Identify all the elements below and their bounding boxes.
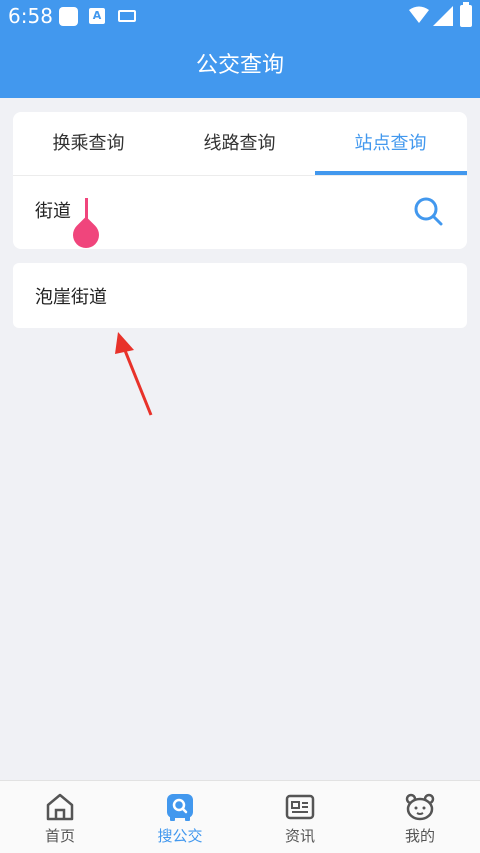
app-header: 公交查询 [0,34,480,98]
tab-route-query[interactable]: 线路查询 [164,112,315,176]
nav-news-label: 资讯 [284,827,315,845]
battery-icon [460,2,472,27]
station-result-item[interactable]: 泡崖街道 [13,263,467,328]
annotation-arrow [115,332,153,416]
status-time: 6:58 [8,4,53,28]
input-method-icon: A [89,8,105,24]
bear-face-icon [405,793,435,821]
tab-transfer-query[interactable]: 换乘查询 [13,112,164,176]
query-tabs: 换乘查询 线路查询 站点查询 [13,112,467,176]
search-row [13,176,467,254]
nav-news[interactable]: 资讯 [240,781,360,853]
status-bar: 6:58 A [0,0,480,34]
bus-search-icon [167,794,193,821]
wifi-icon [409,6,429,23]
active-tab-indicator [315,171,467,175]
keyboard-icon [118,10,136,22]
station-result-label: 泡崖街道 [35,287,107,308]
tab-station-query[interactable]: 站点查询 [315,112,466,176]
nav-mine-label: 我的 [404,827,435,845]
nav-mine[interactable]: 我的 [360,781,480,853]
nav-bus-search[interactable]: 搜公交 [120,781,240,853]
news-icon [285,794,315,820]
notification-app-icon [59,7,78,26]
bottom-navigation: 首页 搜公交 资讯 我的 [0,780,480,853]
search-card: 换乘查询 线路查询 站点查询 [13,112,467,254]
home-icon [46,793,74,821]
nav-home[interactable]: 首页 [0,781,120,853]
screen: 6:58 A 公交查询 换乘查询 线路查询 站点查询 街道 泡崖街道 首页 搜公… [0,0,480,853]
nav-bus-search-label: 搜公交 [157,827,203,845]
search-icon[interactable] [413,196,443,226]
cell-signal-icon [433,6,453,26]
nav-home-label: 首页 [44,827,75,845]
page-title: 公交查询 [195,53,284,78]
